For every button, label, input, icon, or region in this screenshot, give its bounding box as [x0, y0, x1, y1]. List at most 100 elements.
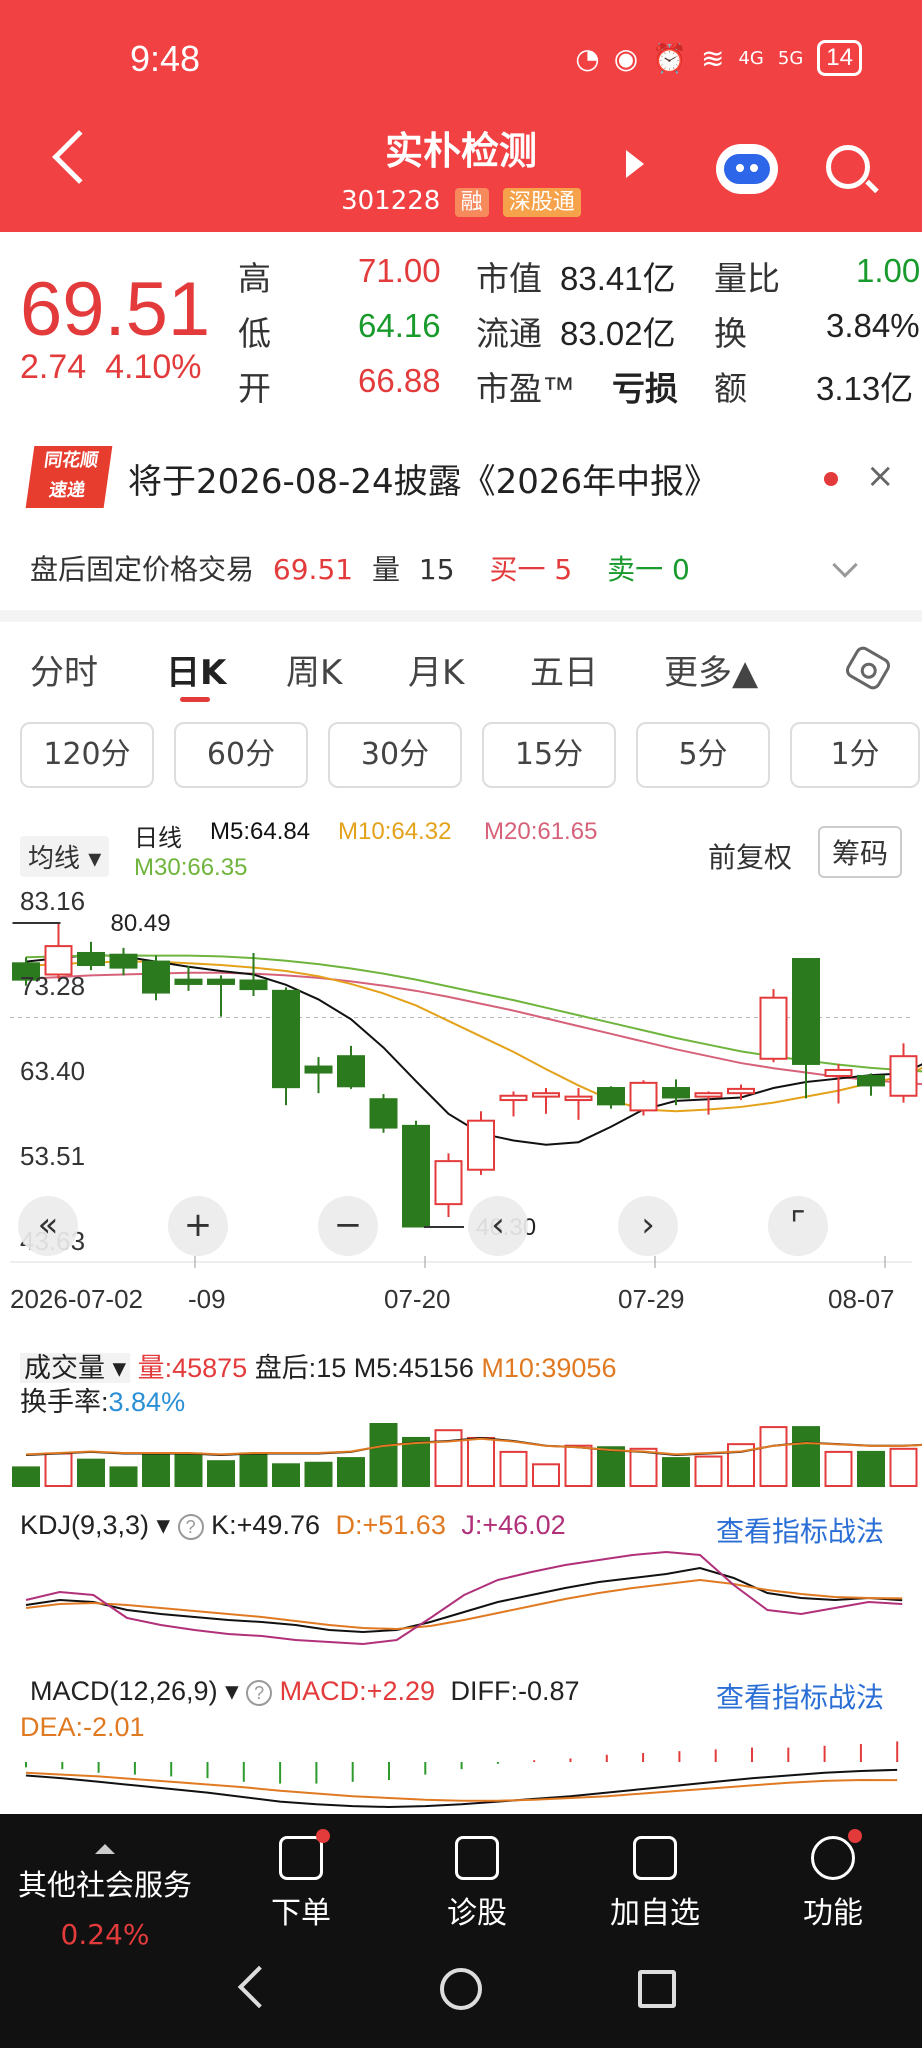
- low-value: 64.16: [358, 307, 441, 344]
- volume-bar: [304, 1461, 333, 1487]
- fuquan-label[interactable]: 前复权: [708, 836, 792, 876]
- candle-body: [434, 1160, 463, 1206]
- turnover-value: 3.84%: [826, 307, 920, 344]
- last-price: 69.51: [20, 267, 211, 352]
- unread-dot: [824, 472, 838, 486]
- section-divider: [0, 610, 922, 622]
- macd-lines: [25, 1768, 898, 1809]
- tab-five-day[interactable]: 五日: [530, 645, 598, 694]
- chevron-left-icon[interactable]: ‹: [468, 1196, 528, 1256]
- volume-bar: [889, 1447, 918, 1487]
- add-watchlist-label: 加自选: [610, 1896, 700, 1931]
- y-tick-label: 83.16: [20, 886, 85, 916]
- battery-icon: 14: [817, 40, 862, 76]
- period-60m-button[interactable]: 60分: [174, 722, 308, 788]
- settings-hexagon-icon[interactable]: [843, 643, 893, 693]
- volume-value: 量:45875: [137, 1353, 248, 1383]
- order-icon: [279, 1829, 330, 1880]
- ask-one: 卖一 0: [607, 553, 690, 586]
- disclosure-notice[interactable]: 同花顺 速递 将于2026-08-24披露《2026年中报》 ×: [0, 440, 922, 520]
- candle-body: [727, 1087, 755, 1095]
- kdj-legend: KDJ(9,3,3) ▾ ? K:+49.76 D:+51.63 J:+46.0…: [20, 1510, 566, 1541]
- volume-bar: [857, 1450, 885, 1487]
- change-amount: 2.74: [20, 348, 87, 386]
- volume-bar: [402, 1436, 430, 1487]
- kdj-k: K:+49.76: [211, 1510, 320, 1540]
- kdj-selector[interactable]: KDJ(9,3,3) ▾: [20, 1510, 170, 1540]
- nav-recents-icon[interactable]: [638, 1970, 676, 2008]
- add-watchlist-button[interactable]: 加自选: [570, 1836, 740, 1932]
- period-1m-button[interactable]: 1分: [790, 722, 920, 788]
- kline-chart[interactable]: 83.1673.2863.4053.5143.63 80.4946.30: [0, 880, 922, 1320]
- order-button[interactable]: 下单: [216, 1829, 386, 1932]
- diagnose-button[interactable]: 诊股: [392, 1836, 562, 1932]
- tab-daily-k[interactable]: 日K: [166, 645, 226, 694]
- tab-monthly-k[interactable]: 月K: [408, 645, 464, 694]
- date-label-start: 2026-07-02: [10, 1284, 143, 1314]
- volume-bar: [824, 1450, 853, 1487]
- volume-selector[interactable]: 成交量 ▾: [20, 1353, 131, 1383]
- amount-label: 额: [714, 370, 747, 407]
- ma20-value: M20:61.65: [484, 818, 598, 845]
- after-hours-trading[interactable]: 盘后固定价格交易 69.51 量 15 买一 5 卖一 0: [30, 548, 700, 588]
- candle-body: [499, 1094, 528, 1102]
- functions-button[interactable]: 功能: [748, 1829, 918, 1932]
- turnover-rate-label: 换手率:: [20, 1387, 109, 1417]
- nav-home-icon[interactable]: [440, 1968, 482, 2010]
- sector-indicator[interactable]: 其他社会服务 0.24%: [10, 1844, 200, 1951]
- macd-value: MACD:+2.29: [279, 1676, 435, 1706]
- candle-body: [174, 978, 203, 985]
- close-icon[interactable]: ×: [866, 456, 895, 496]
- macd-selector[interactable]: MACD(12,26,9) ▾: [30, 1676, 239, 1706]
- candle-body: [857, 1074, 885, 1087]
- eye-icon: ◉: [613, 41, 639, 75]
- kline-candles: [12, 922, 918, 1228]
- status-bar: 9:48 ◔ ◉ ⏰ ≋ 4G 5G 14: [0, 38, 922, 88]
- candle-body: [597, 1087, 625, 1106]
- chevron-down-icon[interactable]: [832, 552, 858, 578]
- candle-body: [402, 1124, 430, 1228]
- next-stock-icon[interactable]: [626, 150, 644, 178]
- tab-intraday[interactable]: 分时: [30, 645, 98, 694]
- search-icon[interactable]: [826, 145, 870, 189]
- zoom-out-icon[interactable]: −: [318, 1196, 378, 1256]
- tab-weekly-k[interactable]: 周K: [286, 645, 342, 694]
- chips-button[interactable]: 筹码: [818, 826, 903, 878]
- volume-bar: [662, 1457, 690, 1487]
- ma10-value: M10:64.32: [338, 818, 452, 845]
- period-120m-button[interactable]: 120分: [20, 722, 154, 788]
- logo-top-text: 同花顺: [42, 450, 100, 471]
- macd-strategy-link[interactable]: 查看指标战法: [716, 1676, 884, 1716]
- period-5m-button[interactable]: 5分: [636, 722, 770, 788]
- volume-bar: [239, 1452, 268, 1487]
- open-value: 66.88: [358, 362, 441, 399]
- ma-selector[interactable]: 均线 ▾: [20, 836, 110, 877]
- kdj-lines: [25, 1550, 903, 1646]
- help-icon[interactable]: ?: [177, 1513, 204, 1540]
- volume-bar: [467, 1436, 495, 1487]
- candle-body: [564, 1095, 593, 1102]
- chevron-right-icon[interactable]: ›: [618, 1196, 678, 1256]
- tab-more[interactable]: 更多▲: [664, 645, 758, 694]
- date-label-5: 08-07: [828, 1284, 895, 1314]
- speed-icon: ◔: [575, 41, 600, 75]
- volume-bars: [12, 1423, 918, 1488]
- logo-bottom-text: 速递: [47, 480, 87, 501]
- volume-bar: [629, 1447, 658, 1487]
- volume-bar: [759, 1426, 788, 1488]
- after-hours-volume: 盘后:15: [254, 1353, 347, 1383]
- zoom-in-icon[interactable]: +: [168, 1196, 228, 1256]
- open-label: 开: [238, 370, 271, 407]
- robot-assistant-icon[interactable]: [716, 144, 778, 194]
- candle-body: [629, 1081, 658, 1112]
- notice-text[interactable]: 将于2026-08-24披露《2026年中报》: [128, 454, 718, 503]
- help-icon[interactable]: ?: [246, 1679, 273, 1706]
- functions-label: 功能: [803, 1896, 863, 1931]
- scroll-left-fast-icon[interactable]: «: [18, 1196, 78, 1256]
- period-30m-button[interactable]: 30分: [328, 722, 462, 788]
- fullscreen-icon[interactable]: ⌜: [768, 1196, 828, 1256]
- candle-body: [889, 1055, 918, 1097]
- stock-header: 9:48 ◔ ◉ ⏰ ≋ 4G 5G 14 实朴检测 301228 融 深股通: [0, 0, 922, 232]
- plus-square-icon: [633, 1836, 677, 1880]
- period-15m-button[interactable]: 15分: [482, 722, 616, 788]
